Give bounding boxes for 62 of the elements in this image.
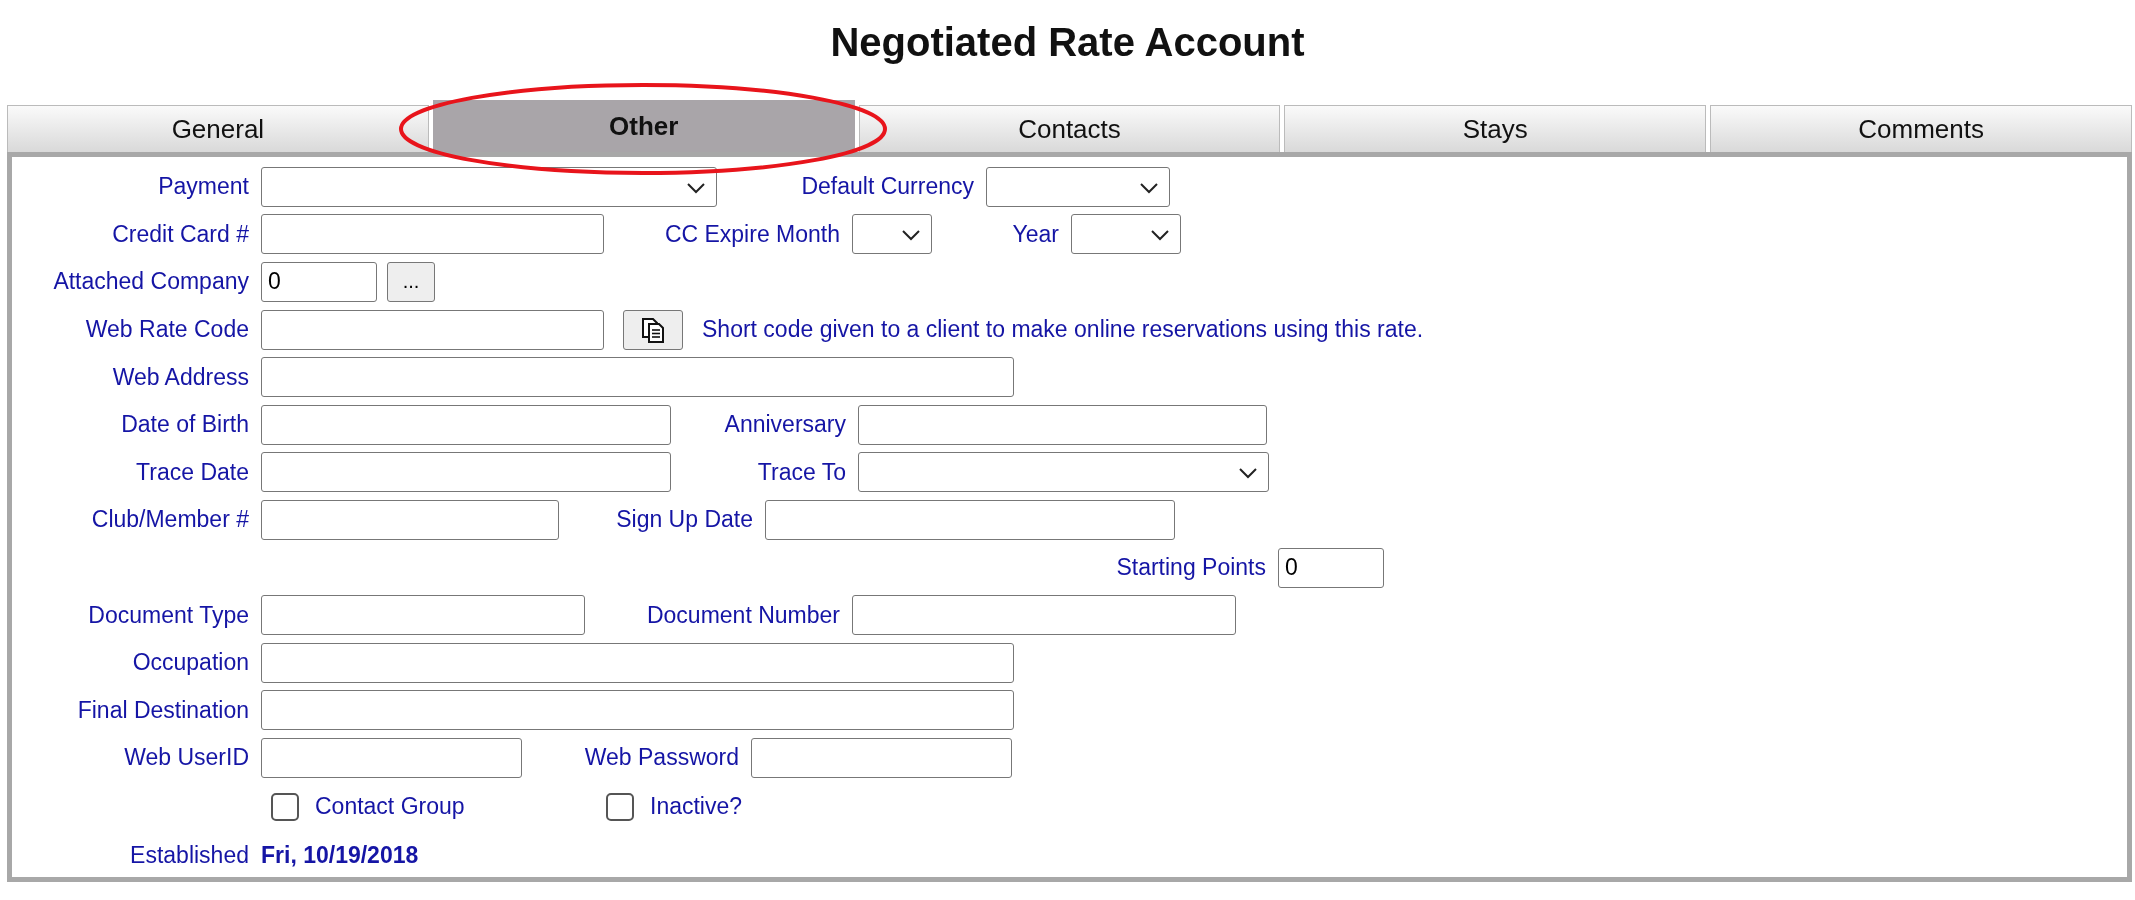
checkbox[interactable] [271,792,299,821]
dropdown[interactable] [1071,214,1181,255]
input-field[interactable]: 0 [261,262,377,302]
field-label: Starting Points [1116,554,1266,582]
field-label: Payment [158,173,249,201]
copy-button[interactable] [623,309,683,350]
input-field[interactable] [751,737,1012,778]
tab[interactable]: Other [432,100,855,152]
field-label: Year [1012,220,1059,248]
field-label: Document Number [646,601,840,629]
field-label: Default Currency [801,173,974,201]
chevron-down-icon [686,181,706,194]
input-field[interactable] [261,309,604,350]
input-field[interactable] [261,404,671,445]
tab[interactable]: General [7,105,429,152]
input-field[interactable] [858,404,1267,445]
field-label: CC Expire Month [664,220,840,248]
chevron-down-icon [1139,181,1159,194]
field-label: Date of Birth [121,411,249,439]
field-label: Club/Member # [91,506,249,534]
checkbox[interactable] [606,792,634,821]
field-label: Established [130,842,249,869]
input-field[interactable] [261,737,522,778]
field-label: Web Password [584,744,739,772]
tab[interactable]: Comments [1710,105,2132,152]
tab[interactable]: Contacts [858,105,1281,152]
field-label: Sign Up Date [616,506,753,534]
field-label: Final Destination [77,696,249,724]
input-field[interactable]: 0 [1278,547,1384,588]
checkbox-label: Contact Group [315,793,465,821]
field-label: Credit Card # [112,220,249,248]
input-field[interactable] [261,690,1014,731]
field-label: Trace To [757,458,846,486]
help-text: Short code given to a client to make online reservations using this rate. [702,316,1424,344]
chevron-down-icon [1150,229,1170,242]
input-field[interactable] [261,452,671,493]
chevron-down-icon [1238,467,1258,480]
chevron-down-icon [901,229,921,242]
established-date: Fri, 10/19/2018 [261,842,419,869]
input-field[interactable] [261,357,1014,398]
field-label: Document Type [88,601,249,629]
dropdown[interactable] [986,166,1170,207]
field-label: Web Address [112,363,249,391]
dropdown[interactable] [261,166,717,207]
field-label: Attached Company [53,268,249,296]
dropdown[interactable] [852,214,932,255]
page-title: Negotiated Rate Account [829,19,1306,66]
tab[interactable]: Stays [1284,105,1707,152]
input-field[interactable] [261,499,559,540]
field-label: Occupation [132,649,249,677]
input-field[interactable] [261,642,1014,683]
field-label: Trace Date [136,458,249,486]
input-field[interactable] [852,595,1236,636]
lookup-button[interactable]: ... [387,262,435,302]
field-label: Anniversary [724,411,846,439]
input-field[interactable] [261,595,585,636]
input-field[interactable] [765,499,1175,540]
field-label: Web Rate Code [85,316,249,344]
checkbox-label: Inactive? [650,793,743,821]
dropdown[interactable] [858,452,1269,493]
field-label: Web UserID [124,744,249,772]
input-field[interactable] [261,214,604,255]
